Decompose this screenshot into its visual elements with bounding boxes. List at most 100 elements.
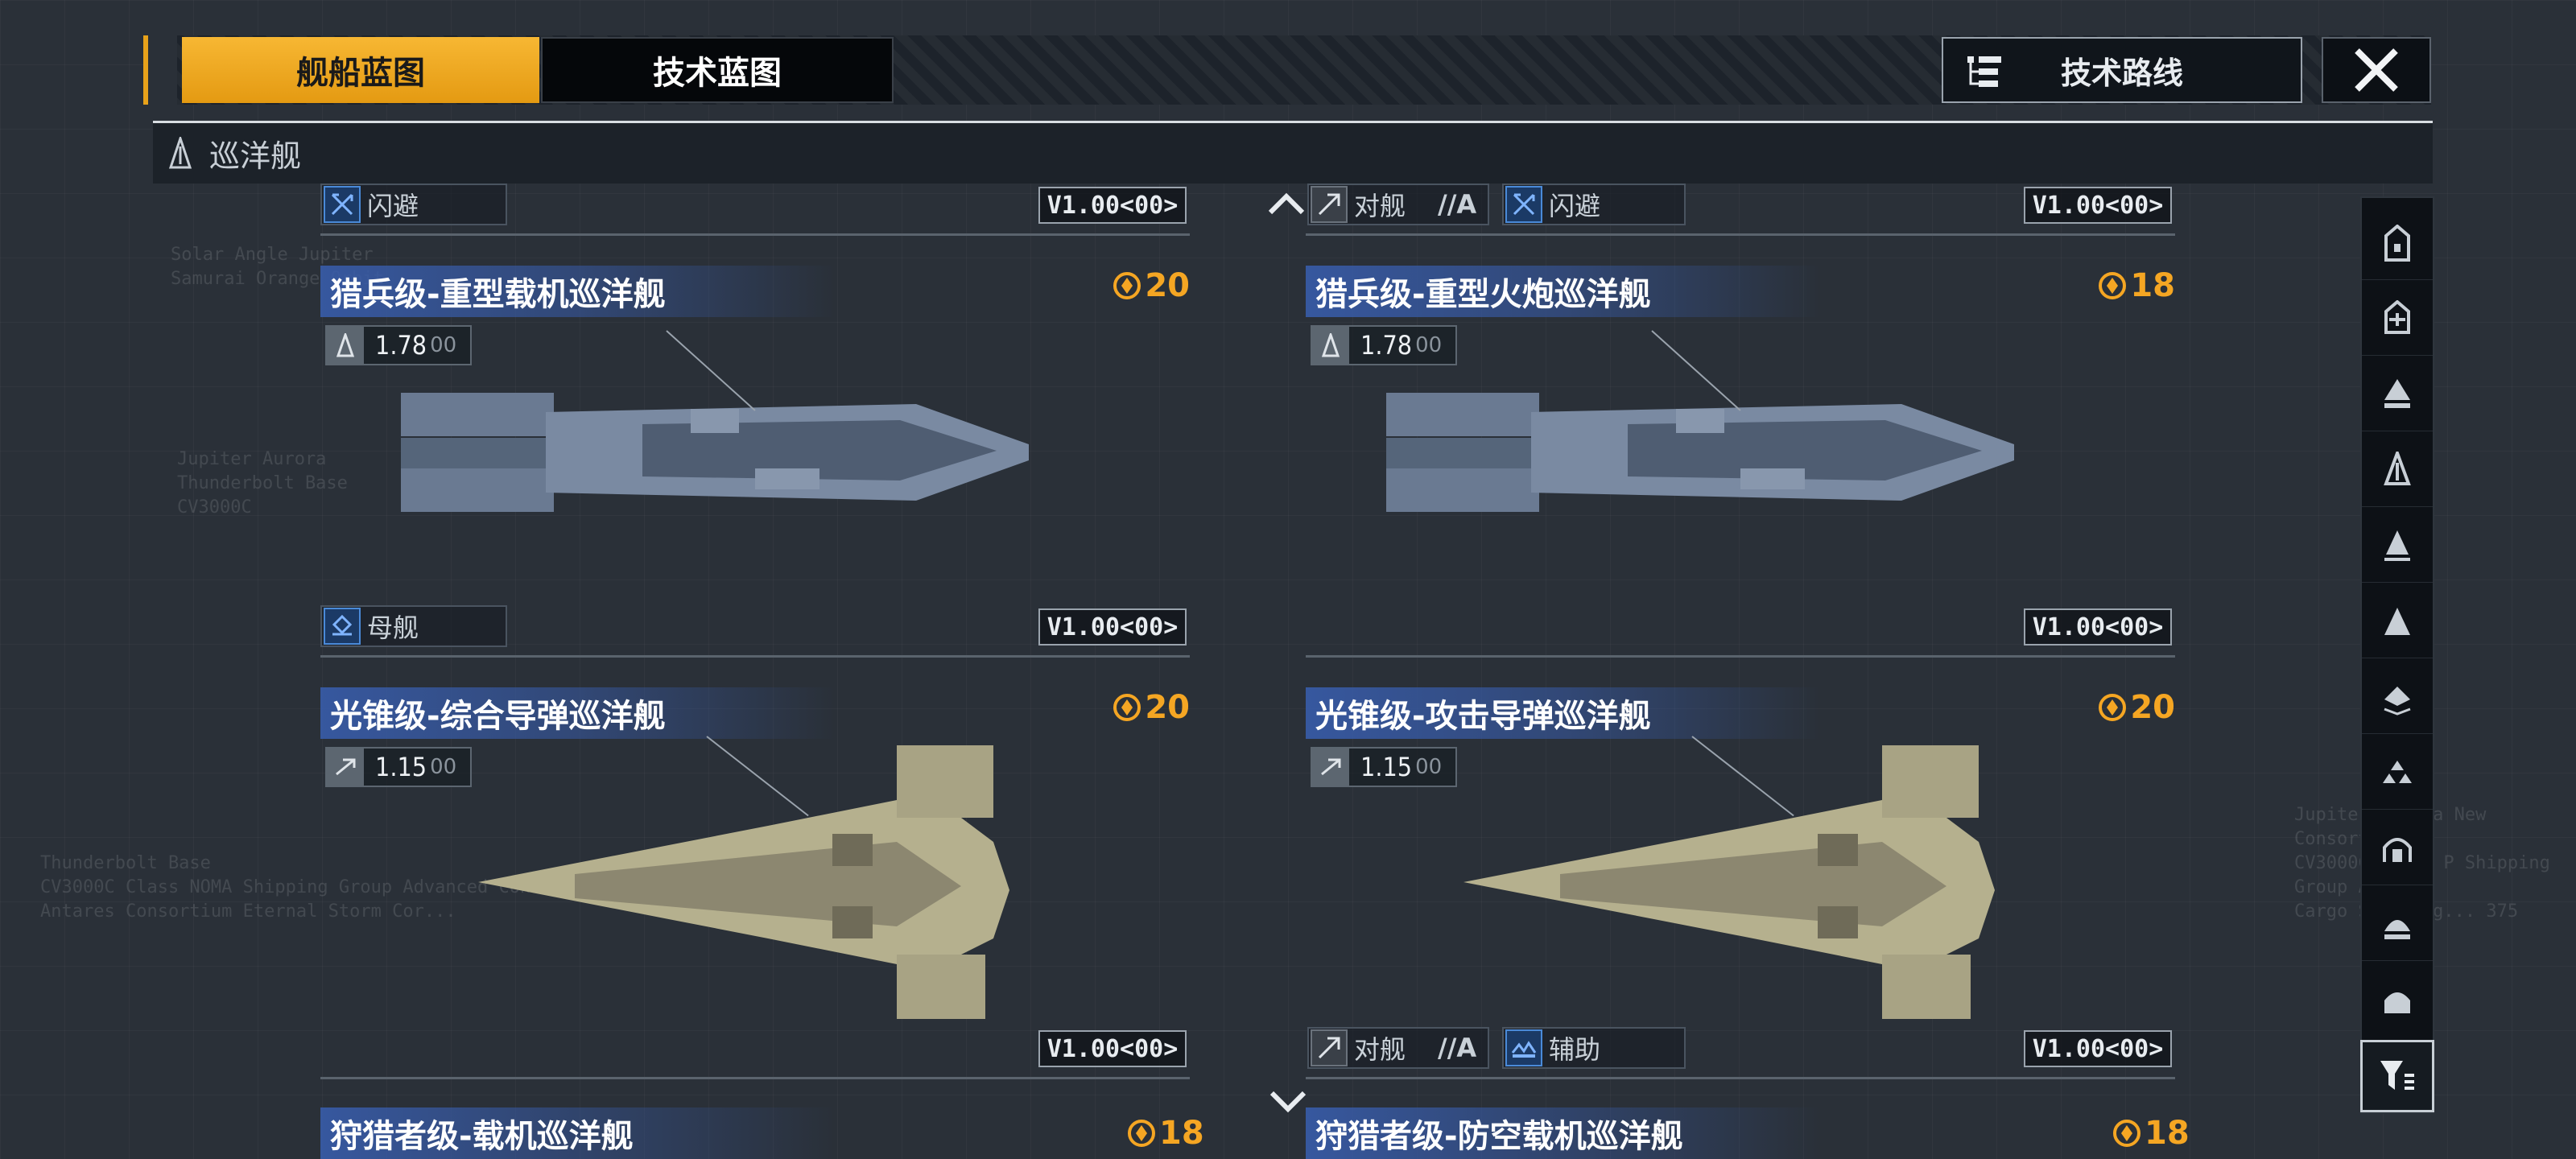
speed-suffix: 00 <box>430 333 457 357</box>
speed-suffix: 00 <box>430 755 457 779</box>
speed-value: 1.15 <box>375 752 427 782</box>
route-list-icon <box>1967 56 2001 87</box>
anti-ship-icon <box>1311 1029 1348 1066</box>
speed-suffix: 00 <box>1415 333 1443 357</box>
filter-type-7[interactable] <box>2362 660 2433 734</box>
ship-type-icon <box>2384 919 2410 939</box>
speed-value: 1.78 <box>1360 330 1413 361</box>
cost-value: 20 <box>1145 689 1190 726</box>
speed-icon <box>1312 327 1349 364</box>
filter-type-3[interactable] <box>2362 357 2433 431</box>
category-bar: 巡洋舰 <box>153 121 2433 184</box>
tag-suffix: //A <box>1438 1033 1477 1063</box>
card-tag-anti-ship: 对舰 //A <box>1307 1027 1489 1069</box>
ship-card[interactable]: 光锥级-综合导弹巡洋舰 20 1.15 00 <box>320 608 1190 1027</box>
ship-cost: 18 <box>2112 1107 2190 1159</box>
filter-type-4[interactable] <box>2362 433 2433 507</box>
ship-card[interactable]: 光锥级-攻击导弹巡洋舰 20 1.15 00 <box>1306 608 2175 1027</box>
tag-label: 辅助 <box>1549 1034 1601 1065</box>
coin-icon <box>2113 1120 2140 1147</box>
ship-type-icon <box>2383 837 2412 862</box>
speed-icon <box>327 749 364 786</box>
ship-type-filter-bar <box>2360 196 2434 1114</box>
coin-icon <box>1113 694 1141 721</box>
cruiser-class-icon <box>2384 451 2411 485</box>
filter-type-1[interactable] <box>2362 206 2433 280</box>
version-label: V1.00<00> <box>1038 1030 1187 1067</box>
ship-name: 光锥级-攻击导弹巡洋舰 <box>1306 687 1821 739</box>
ship-name: 狩猎者级-防空载机巡洋舰 <box>1306 1107 1821 1159</box>
tab-ship-blueprint[interactable]: 舰船蓝图 <box>182 37 539 103</box>
chevron-up-icon[interactable] <box>1267 190 1306 216</box>
coin-icon <box>1128 1120 1155 1147</box>
ship-type-icon <box>2384 224 2410 262</box>
support-icon <box>1505 1029 1542 1066</box>
close-icon <box>2355 48 2398 92</box>
coin-icon <box>2099 272 2127 299</box>
ship-type-icon <box>2383 760 2412 783</box>
bg-lore-text: Jupiter Aurora New ConsortiumCV3000C Gro… <box>2294 805 2550 922</box>
ship-cost: 20 <box>2098 689 2175 726</box>
filter-type-5[interactable] <box>2362 509 2433 583</box>
baseline <box>1306 1077 2175 1079</box>
ship-cost: 18 <box>2098 267 2175 304</box>
speed-stat: 1.15 00 <box>325 747 472 787</box>
ship-name: 猎兵级-重型载机巡洋舰 <box>320 266 836 317</box>
speed-suffix: 00 <box>1415 755 1443 779</box>
filter-type-10[interactable] <box>2362 887 2433 961</box>
speed-value: 1.78 <box>375 330 427 361</box>
filter-button[interactable] <box>2360 1040 2434 1112</box>
ship-image <box>478 745 1009 1019</box>
ship-name: 光锥级-综合导弹巡洋舰 <box>320 687 836 739</box>
ship-type-icon <box>2384 530 2410 561</box>
ship-type-icon <box>2384 607 2410 635</box>
ship-card[interactable]: 猎兵级-重型载机巡洋舰 20 1.78 00 <box>320 187 1190 605</box>
speed-icon <box>1312 749 1349 786</box>
speed-stat: 1.15 00 <box>1311 747 1457 787</box>
ship-image <box>1463 745 1995 1019</box>
ship-type-icon <box>2384 686 2411 716</box>
filter-type-11[interactable] <box>2362 963 2433 1037</box>
filter-type-2[interactable] <box>2362 282 2433 356</box>
tech-route-button[interactable]: 技术路线 <box>1942 37 2302 103</box>
tech-route-label: 技术路线 <box>2060 55 2183 91</box>
version-label: V1.00<00> <box>2024 1030 2172 1067</box>
tab-tech-blueprint[interactable]: 技术蓝图 <box>541 37 894 103</box>
cost-value: 20 <box>2130 689 2175 726</box>
ship-card[interactable]: 猎兵级-重型火炮巡洋舰 18 1.78 00 <box>1306 187 2175 605</box>
cost-value: 20 <box>1145 267 1190 304</box>
filter-type-9[interactable] <box>2362 811 2433 885</box>
cost-value: 18 <box>1159 1115 1204 1152</box>
filter-type-6[interactable] <box>2362 584 2433 658</box>
speed-icon <box>327 327 364 364</box>
speed-stat: 1.78 00 <box>1311 325 1457 365</box>
ship-cost: 18 <box>1127 1107 1204 1159</box>
ship-type-icon <box>2384 992 2410 1013</box>
speed-value: 1.15 <box>1360 752 1413 782</box>
cost-value: 18 <box>2145 1115 2190 1152</box>
ship-image <box>1386 393 2014 512</box>
baseline <box>320 1077 1190 1079</box>
speed-stat: 1.78 00 <box>325 325 472 365</box>
ship-name: 猎兵级-重型火炮巡洋舰 <box>1306 266 1821 317</box>
tag-label: 对舰 <box>1354 1034 1406 1065</box>
coin-icon <box>1113 272 1141 299</box>
chevron-down-icon[interactable] <box>1269 1090 1307 1116</box>
card-tag-support: 辅助 <box>1502 1027 1686 1069</box>
tab-stripe-decor <box>143 35 177 105</box>
ship-card-partial[interactable]: 狩猎者级-载机巡洋舰 <box>320 1107 836 1159</box>
coin-icon <box>2099 694 2127 721</box>
ship-type-icon <box>2384 378 2410 408</box>
filter-type-8[interactable] <box>2362 736 2433 810</box>
close-button[interactable] <box>2322 37 2431 103</box>
ship-image <box>401 393 1029 512</box>
ship-cost: 20 <box>1113 267 1190 304</box>
filter-icon <box>2380 1061 2414 1090</box>
cost-value: 18 <box>2130 267 2175 304</box>
ship-cost: 20 <box>1113 689 1190 726</box>
ship-type-icon <box>2384 299 2410 334</box>
cruiser-class-icon <box>168 136 192 168</box>
ship-card-partial[interactable]: 狩猎者级-防空载机巡洋舰 <box>1306 1107 1821 1159</box>
category-title: 巡洋舰 <box>209 138 302 174</box>
ship-name: 狩猎者级-载机巡洋舰 <box>320 1107 836 1159</box>
